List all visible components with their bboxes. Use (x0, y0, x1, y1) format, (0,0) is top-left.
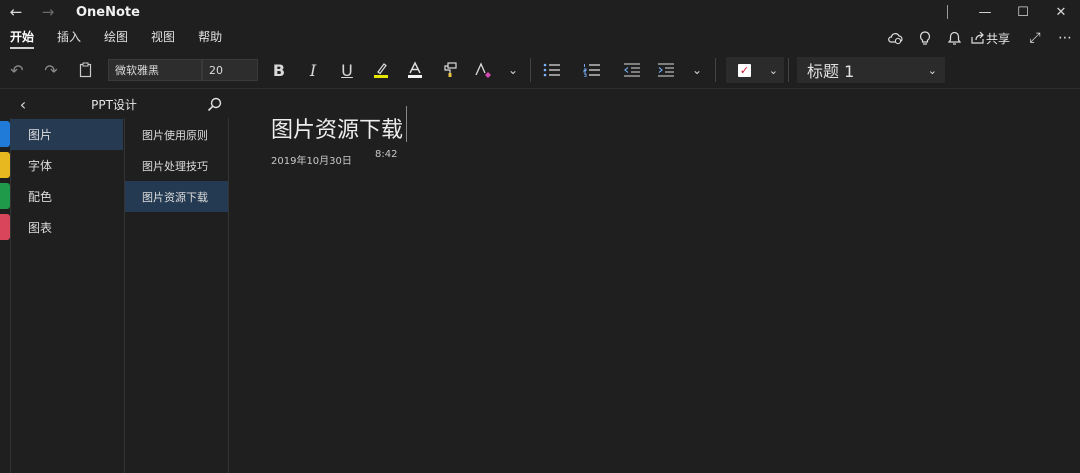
undo-icon[interactable]: ↶ (0, 55, 34, 85)
clear-formatting-icon[interactable] (466, 55, 500, 85)
window-controls: — ☐ ✕ (947, 0, 1080, 24)
chevron-down-icon: ⌄ (927, 63, 937, 77)
page-title[interactable]: 图片资源下载 (271, 112, 403, 144)
tab-insert[interactable]: 插入 (57, 28, 81, 49)
section-item-colors[interactable]: 配色 (10, 181, 123, 212)
page-date: 2019年10月30日 (271, 156, 352, 167)
forward-arrow-icon[interactable]: → (32, 0, 64, 24)
window-separator (947, 5, 948, 19)
tab-view[interactable]: 视图 (151, 28, 175, 49)
title-bar: ← → OneNote — ☐ ✕ (0, 0, 1080, 24)
share-button[interactable]: 共享 (970, 30, 1010, 47)
clipboard-icon[interactable] (68, 55, 102, 85)
formatting-toolbar: ↶ ↷ 微软雅黑 20 B I U ⌄ ⌄ ✓ ⌄ 标题 1 ⌄ (0, 53, 1080, 87)
increase-indent-icon[interactable] (649, 55, 683, 85)
section-color-tab (0, 183, 10, 209)
highlighter-icon[interactable] (364, 55, 398, 85)
more-options-icon[interactable]: ⋯ (1050, 26, 1080, 50)
navigation-header: ‹ PPT设计 (0, 90, 228, 118)
format-painter-icon[interactable] (432, 55, 466, 85)
tab-draw[interactable]: 绘图 (104, 28, 128, 49)
back-arrow-icon[interactable]: ← (0, 0, 32, 24)
font-name-field[interactable]: 微软雅黑 (108, 59, 202, 81)
font-color-icon[interactable] (398, 55, 432, 85)
text-caret (406, 106, 407, 142)
tab-help[interactable]: 帮助 (198, 28, 222, 49)
ribbon-tabs: 开始 插入 绘图 视图 帮助 共享 ⤢ ⋯ (0, 26, 1080, 50)
sections-pane: 图片 字体 配色 图表 (0, 118, 125, 473)
underline-icon[interactable]: U (330, 55, 364, 85)
ribbon-right-actions: 共享 ⤢ ⋯ (880, 26, 1080, 50)
bullet-list-icon[interactable] (535, 55, 569, 85)
toolbar-separator (530, 58, 531, 82)
page-item-selected[interactable]: 图片资源下载 (125, 181, 228, 212)
tag-dropdown[interactable]: ✓ ⌄ (726, 57, 784, 83)
numbered-list-icon[interactable] (575, 55, 609, 85)
section-item-pictures[interactable]: 图片 (10, 119, 123, 150)
bold-icon[interactable]: B (262, 55, 296, 85)
redo-icon[interactable]: ↷ (34, 55, 68, 85)
share-icon (971, 31, 984, 44)
toolbar-separator (715, 58, 716, 82)
sync-cloud-icon[interactable] (880, 26, 910, 50)
section-color-tab (0, 152, 10, 178)
bell-icon[interactable] (940, 26, 970, 50)
page-item[interactable]: 图片使用原则 (125, 119, 228, 150)
app-title: OneNote (76, 4, 140, 20)
collapse-navigation-icon[interactable]: ‹ (8, 95, 38, 114)
page-time: 8:42 (375, 149, 398, 160)
chevron-down-icon: ⌄ (768, 63, 778, 77)
share-label: 共享 (985, 31, 1010, 46)
minimize-icon[interactable]: — (966, 0, 1004, 24)
fullscreen-icon[interactable]: ⤢ (1020, 26, 1050, 50)
notebook-name[interactable]: PPT设计 (38, 96, 190, 113)
font-size-field[interactable]: 20 (202, 59, 258, 81)
style-dropdown-value: 标题 1 (807, 62, 855, 81)
decrease-indent-icon[interactable] (615, 55, 649, 85)
italic-icon[interactable]: I (296, 55, 330, 85)
section-color-tab (0, 121, 10, 147)
toolbar-divider (0, 88, 1080, 89)
pages-pane: 图片使用原则 图片处理技巧 图片资源下载 (125, 118, 229, 473)
section-item-charts[interactable]: 图表 (10, 212, 123, 243)
page-item[interactable]: 图片处理技巧 (125, 150, 228, 181)
maximize-icon[interactable]: ☐ (1004, 0, 1042, 24)
search-icon[interactable] (200, 97, 228, 112)
toolbar-separator (788, 58, 789, 82)
more-text-options-chevron-icon[interactable]: ⌄ (500, 55, 526, 85)
section-color-tab (0, 214, 10, 240)
page-canvas[interactable]: 图片资源下载 2019年10月30日 8:42 (229, 90, 1080, 473)
section-item-fonts[interactable]: 字体 (10, 150, 123, 181)
todo-checkbox-icon: ✓ (738, 63, 751, 77)
style-dropdown[interactable]: 标题 1 ⌄ (797, 57, 945, 83)
tab-home[interactable]: 开始 (10, 28, 35, 49)
lightbulb-icon[interactable] (910, 26, 940, 50)
more-paragraph-options-chevron-icon[interactable]: ⌄ (683, 55, 711, 85)
close-icon[interactable]: ✕ (1042, 0, 1080, 24)
